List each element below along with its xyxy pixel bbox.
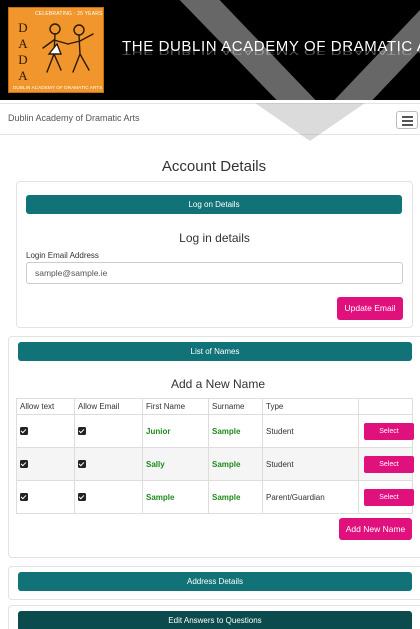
logo-celebrating-text: CELEBRATING · 25 YEARS (35, 11, 103, 17)
allow-text-checkbox[interactable] (20, 493, 28, 502)
allow-text-checkbox[interactable] (20, 427, 28, 436)
hamburger-menu-icon (402, 116, 413, 118)
navbar-brand[interactable]: Dublin Academy of Dramatic Arts (8, 113, 140, 123)
add-new-name-heading: Add a New Name (170, 377, 266, 391)
email-field[interactable]: sample@sample.ie (26, 262, 403, 284)
table-row: Sally Sample Student Select (16, 447, 414, 481)
email-label: Login Email Address (26, 251, 99, 260)
logon-details-bar[interactable]: Log on Details (26, 195, 402, 214)
column-header: Surname (208, 398, 263, 415)
list-of-names-bar[interactable]: List of Names (18, 342, 412, 361)
login-details-heading: Log in details (179, 231, 250, 245)
allow-text-checkbox[interactable] (20, 460, 28, 469)
dancing-figures-icon (42, 23, 94, 73)
dada-logo[interactable]: CELEBRATING · 25 YEARS D A D A DUBLIN AC… (8, 7, 104, 93)
column-header: Allow text (16, 398, 75, 415)
address-details-bar[interactable]: Address Details (18, 572, 412, 591)
logo-letters: D A D A (12, 20, 34, 84)
surname-cell: Sample (208, 447, 263, 481)
update-email-button[interactable]: Update Email (337, 297, 403, 320)
first-name-cell: Junior (142, 414, 209, 448)
type-cell: Student (262, 447, 359, 481)
surname-cell: Sample (208, 480, 263, 514)
add-new-name-button[interactable]: Add New Name (339, 518, 412, 540)
banner-title-reflection: THE DUBLIN ACADEMY OF DRAMATIC ARTS (122, 46, 420, 56)
type-cell: Student (262, 414, 359, 448)
hamburger-menu-icon (402, 124, 413, 126)
column-header: Type (262, 398, 359, 415)
first-name-cell: Sally (142, 447, 209, 481)
table-row: Junior Sample Student Select (16, 414, 414, 448)
column-header (358, 398, 413, 415)
nav-chevron-graphic (255, 103, 365, 141)
allow-email-checkbox[interactable] (78, 427, 86, 436)
table-row: Sample Sample Parent/Guardian Select (16, 480, 414, 514)
navbar-toggle-button[interactable] (396, 111, 418, 129)
page-title: Account Details (161, 158, 267, 175)
select-button[interactable]: Select (364, 455, 414, 473)
select-button[interactable]: Select (364, 422, 414, 440)
logo-letter: D (18, 52, 28, 67)
site-banner: CELEBRATING · 25 YEARS D A D A DUBLIN AC… (0, 0, 420, 100)
column-header: Allow Email (74, 398, 143, 415)
allow-email-checkbox[interactable] (78, 460, 86, 469)
logo-letter: D (18, 20, 28, 35)
names-table: Allow text Allow Email First Name Surnam… (16, 398, 414, 514)
hamburger-menu-icon (402, 120, 413, 122)
table-header-row: Allow text Allow Email First Name Surnam… (16, 398, 413, 415)
first-name-cell: Sample (142, 480, 209, 514)
logo-academy-text: DUBLIN ACADEMY OF DRAMATIC ARTS (13, 85, 103, 90)
allow-email-checkbox[interactable] (78, 493, 86, 502)
column-header: First Name (142, 398, 209, 415)
edit-answers-bar[interactable]: Edit Answers to Questions (18, 611, 412, 629)
logo-letter: A (18, 36, 28, 51)
logo-letter: A (18, 68, 28, 83)
surname-cell: Sample (208, 414, 263, 448)
type-cell: Parent/Guardian (262, 480, 359, 514)
select-button[interactable]: Select (364, 488, 414, 506)
